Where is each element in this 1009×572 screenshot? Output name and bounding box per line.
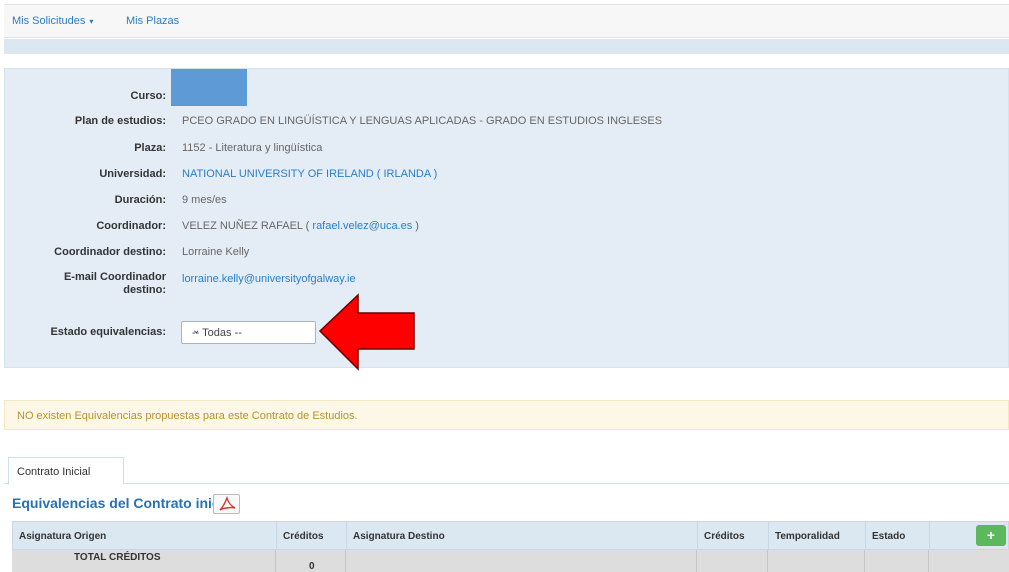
- table-cell-empty: [768, 550, 865, 572]
- plus-icon[interactable]: +: [987, 527, 995, 543]
- coordinador-value: VELEZ NUÑEZ RAFAEL ( rafael.velez@uca.es…: [182, 220, 419, 233]
- red-arrow-annotation: [318, 293, 415, 371]
- plaza-value: 1152 - Literatura y lingüística: [182, 142, 323, 154]
- plan-value: PCEO GRADO EN LINGÜÍSTICA Y LENGUAS APLI…: [182, 115, 663, 127]
- coordinador-close: ): [415, 220, 419, 232]
- tab-bar: Contrato Inicial: [4, 457, 1009, 485]
- plan-label: Plan de estudios:: [74, 115, 166, 127]
- coord-destino-value: Lorraine Kelly: [182, 246, 250, 258]
- col-creditos-origen: Créditos: [277, 522, 347, 551]
- col-asignatura-destino: Asignatura Destino: [347, 522, 698, 551]
- col-estado: Estado: [866, 522, 930, 551]
- coordinador-email-link[interactable]: rafael.velez@uca.es: [312, 220, 412, 232]
- no-equivalences-alert: NO existen Equivalencias propuestas para…: [4, 400, 1009, 430]
- estado-label: Estado equivalencias:: [50, 326, 166, 338]
- email-destino-label-1: E-mail Coordinador: [63, 271, 166, 283]
- email-destino-link[interactable]: lorraine.kelly@universityofgalway.ie: [182, 273, 356, 286]
- col-temporalidad: Temporalidad: [769, 522, 866, 551]
- section-title: Equivalencias del Contrato inicial: [12, 495, 236, 511]
- top-navbar: Mis Solicitudes ▾ Mis Plazas: [4, 4, 1009, 38]
- coordinador-name: VELEZ NUÑEZ RAFAEL (: [182, 220, 310, 232]
- duracion-value: 9 mes/es: [182, 194, 227, 206]
- nav-mis-solicitudes[interactable]: Mis Solicitudes ▾: [12, 15, 93, 27]
- total-creditos-label: TOTAL CRÉDITOS: [12, 550, 276, 572]
- col-creditos-destino: Créditos: [698, 522, 769, 551]
- curso-label: Curso:: [130, 90, 166, 102]
- nav-mis-solicitudes-label[interactable]: Mis Solicitudes: [12, 15, 85, 27]
- pdf-icon[interactable]: [213, 494, 240, 514]
- email-destino-label-2: destino:: [123, 284, 166, 296]
- details-panel: Curso: Plan de estudios: PCEO GRADO EN L…: [4, 68, 1009, 368]
- table-cell-empty: [697, 550, 768, 572]
- table-row-total: TOTAL CRÉDITOS 0: [12, 550, 1009, 572]
- total-creditos-value: 0: [276, 550, 346, 572]
- table-cell-empty: [865, 550, 929, 572]
- caret-down-icon[interactable]: ▾: [89, 17, 93, 26]
- universidad-link[interactable]: NATIONAL UNIVERSITY OF IRELAND ( IRLANDA…: [182, 168, 437, 181]
- coord-destino-label: Coordinador destino:: [54, 246, 166, 258]
- nav-mis-plazas[interactable]: Mis Plazas: [126, 15, 179, 27]
- estado-select[interactable]: -- Todas -- ⌄: [181, 321, 316, 344]
- alert-text: NO existen Equivalencias propuestas para…: [17, 410, 358, 422]
- duracion-label: Duración:: [114, 194, 166, 206]
- plaza-label: Plaza:: [134, 142, 166, 154]
- table-header: Asignatura Origen Créditos Asignatura De…: [12, 521, 1009, 551]
- tab-contrato-inicial-label[interactable]: Contrato Inicial: [17, 466, 90, 478]
- chevron-down-icon[interactable]: ⌄: [192, 325, 306, 336]
- redacted-course-block: [171, 69, 247, 106]
- add-equivalence-button[interactable]: +: [976, 525, 1006, 546]
- col-asignatura-origen: Asignatura Origen: [13, 522, 277, 551]
- table-cell-empty: [346, 550, 697, 572]
- coordinador-label: Coordinador:: [96, 220, 166, 232]
- tab-contrato-inicial[interactable]: Contrato Inicial: [8, 457, 124, 485]
- universidad-label: Universidad:: [99, 168, 166, 180]
- header-band: [4, 39, 1009, 54]
